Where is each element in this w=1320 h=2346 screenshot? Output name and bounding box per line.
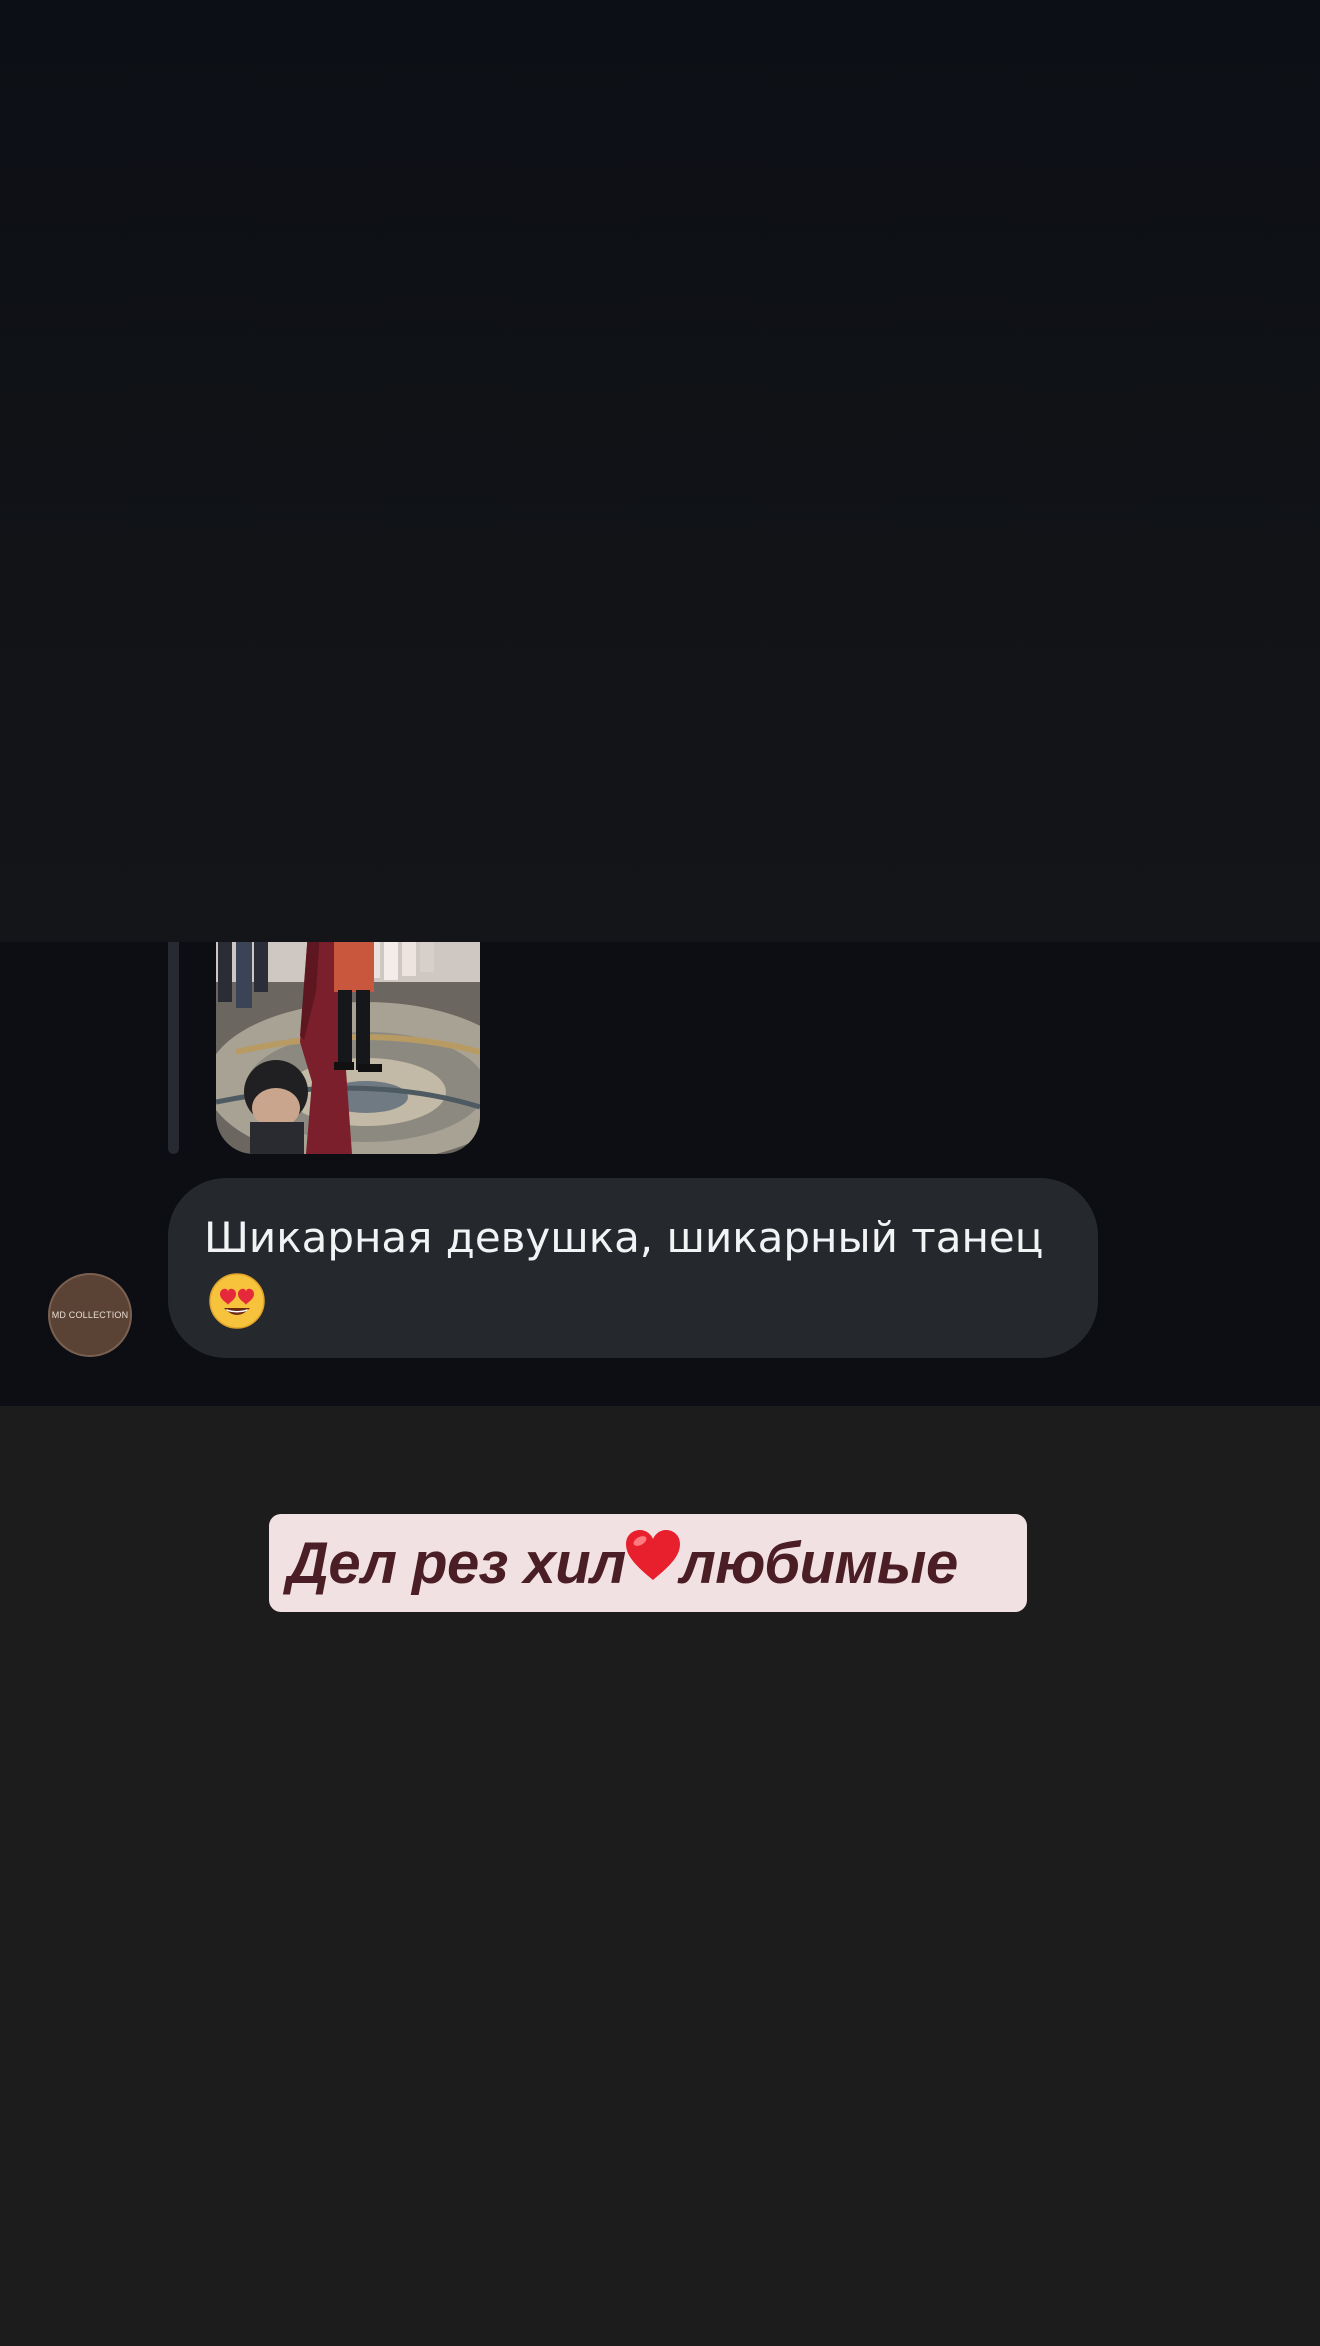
video-backdrop bbox=[0, 0, 1320, 942]
avatar-label: MD COLLECTION bbox=[51, 1310, 129, 1320]
message-bubble[interactable]: Шикарная девушка, шикарный танец bbox=[168, 1178, 1098, 1358]
heart-icon bbox=[624, 1528, 682, 1598]
reply-indicator-bar bbox=[168, 942, 179, 1154]
sender-avatar[interactable]: MD COLLECTION bbox=[48, 1273, 132, 1357]
caption-part-2: любимые bbox=[679, 1530, 959, 1596]
caption-part-1: Дел рез хил bbox=[287, 1530, 626, 1596]
heart-eyes-face-icon bbox=[208, 1272, 266, 1334]
story-caption: Дел рез хил любимые bbox=[269, 1514, 1027, 1612]
message-text: Шикарная девушка, шикарный танец bbox=[204, 1213, 1044, 1262]
replied-video-thumbnail[interactable] bbox=[216, 942, 480, 1154]
caption-text: Дел рез хил любимые bbox=[287, 1528, 958, 1598]
chat-panel: Шикарная девушка, шикарный танец MD COLL… bbox=[0, 942, 1320, 1406]
